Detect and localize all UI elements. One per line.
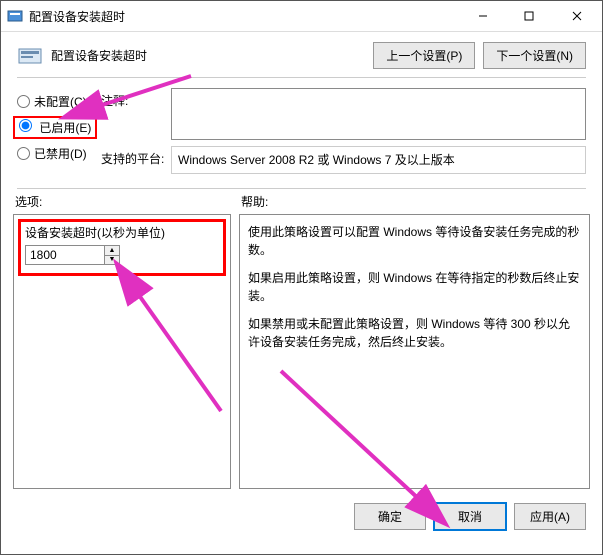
radio-enabled-input[interactable] (19, 119, 32, 132)
comment-input[interactable] (171, 88, 586, 140)
header-title: 配置设备安装超时 (51, 47, 147, 64)
comment-label: 注释: (101, 88, 171, 140)
platform-text: Windows Server 2008 R2 或 Windows 7 及以上版本 (171, 146, 586, 174)
radio-not-configured-input[interactable] (17, 95, 30, 108)
policy-icon (17, 43, 43, 69)
platform-label: 支持的平台: (101, 146, 171, 174)
minimize-button[interactable] (459, 1, 505, 31)
close-button[interactable] (551, 1, 602, 31)
radio-enabled[interactable]: 已启用(E) (17, 114, 97, 140)
prev-setting-button[interactable]: 上一个设置(P) (373, 42, 475, 69)
lower-panes: 选项: 设备安装超时(以秒为单位) ▲ ▼ 帮助: 使用此策略设置可以配置 (1, 189, 602, 493)
window-title: 配置设备安装超时 (29, 8, 125, 25)
radio-disabled-input[interactable] (17, 147, 30, 160)
radio-disabled[interactable]: 已禁用(D) (17, 140, 97, 166)
spinner-down-icon[interactable]: ▼ (105, 255, 119, 265)
radio-disabled-label: 已禁用(D) (34, 145, 87, 162)
state-section: 未配置(C) 已启用(E) 已禁用(D) 注释: 支持的平台: Windows … (1, 78, 602, 188)
help-pane: 使用此策略设置可以配置 Windows 等待设备安装任务完成的秒数。 如果启用此… (239, 214, 590, 489)
maximize-button[interactable] (505, 1, 551, 31)
spinner-up-icon[interactable]: ▲ (105, 246, 119, 255)
help-paragraph: 如果禁用或未配置此策略设置，则 Windows 等待 300 秒以允许设备安装任… (248, 315, 581, 351)
next-setting-button[interactable]: 下一个设置(N) (483, 42, 586, 69)
apply-button[interactable]: 应用(A) (514, 503, 586, 530)
options-label: 选项: (13, 189, 231, 214)
options-pane: 设备安装超时(以秒为单位) ▲ ▼ (13, 214, 231, 489)
title-bar: 配置设备安装超时 (1, 1, 602, 32)
timeout-spinner[interactable]: ▲ ▼ (25, 245, 120, 265)
radio-not-configured[interactable]: 未配置(C) (17, 88, 97, 114)
help-label: 帮助: (239, 189, 590, 214)
cancel-button[interactable]: 取消 (434, 503, 506, 530)
state-radios: 未配置(C) 已启用(E) 已禁用(D) (17, 88, 97, 166)
app-icon (7, 8, 23, 24)
timeout-option-label: 设备安装超时(以秒为单位) (25, 224, 219, 241)
radio-enabled-label: 已启用(E) (39, 121, 91, 135)
help-paragraph: 如果启用此策略设置，则 Windows 在等待指定的秒数后终止安装。 (248, 269, 581, 305)
radio-not-configured-label: 未配置(C) (34, 93, 87, 110)
footer: 确定 取消 应用(A) (1, 493, 602, 540)
ok-button[interactable]: 确定 (354, 503, 426, 530)
policy-dialog: 配置设备安装超时 配置设备安装超时 (0, 0, 603, 555)
help-paragraph: 使用此策略设置可以配置 Windows 等待设备安装任务完成的秒数。 (248, 223, 581, 259)
timeout-input[interactable] (26, 246, 104, 264)
header: 配置设备安装超时 上一个设置(P) 下一个设置(N) (1, 32, 602, 77)
